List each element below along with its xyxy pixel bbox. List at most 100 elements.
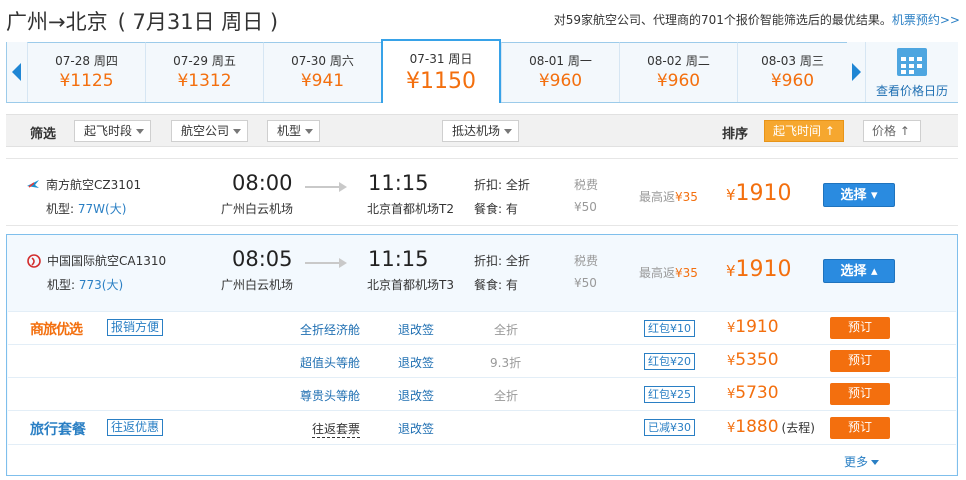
airline-name: 中国国际航空CA1310: [47, 254, 167, 268]
departure-time: 08:00: [232, 171, 293, 195]
filter-label: 筛选: [30, 127, 57, 142]
aircraft-model-link[interactable]: 773(大): [79, 278, 123, 292]
filter-airline[interactable]: 航空公司: [171, 120, 249, 142]
next-dates-button[interactable]: [847, 42, 867, 102]
filter-arrival-airport[interactable]: 抵达机场: [442, 120, 520, 142]
max-rebate: 最高返¥35: [639, 188, 698, 205]
price-value: 1910: [735, 257, 792, 282]
tax-label: 税费: [574, 254, 599, 268]
date-label: 07-31 周日: [409, 52, 473, 66]
brand-travel-package: 旅行套餐: [30, 422, 86, 438]
route-title: 广州→北京 ( 7月31日 周日 ): [6, 6, 278, 36]
date-cell[interactable]: 07-30 周六 ¥941: [263, 42, 381, 102]
more-label: 更多: [844, 455, 869, 469]
rebate-label: 最高返: [639, 190, 676, 204]
arrival-time: 11:15: [368, 247, 429, 271]
red-packet-tag: 红包¥10: [644, 320, 695, 337]
max-rebate: 最高返¥35: [639, 264, 698, 281]
prev-dates-button[interactable]: [7, 42, 27, 102]
tax-value: ¥50: [574, 200, 597, 214]
date-price: ¥960: [770, 71, 815, 91]
aircraft-type: 机型: 77W(大): [46, 200, 126, 217]
refund-change-link[interactable]: 退改签: [398, 321, 434, 338]
filter-departure-time[interactable]: 起飞时段: [74, 120, 152, 142]
select-flight-button[interactable]: 选择 ▴: [823, 259, 895, 283]
arrow-right-icon: [852, 63, 861, 81]
price-value: 5730: [735, 383, 779, 403]
date-label: 08-03 周三: [761, 54, 824, 68]
tax-label: 税费: [574, 178, 599, 192]
date-price: ¥1150: [406, 69, 476, 94]
currency-symbol: ¥: [726, 186, 736, 204]
offer-discount: 全折: [494, 323, 519, 337]
arrow-left-icon: [12, 63, 21, 81]
refund-change-link[interactable]: 退改签: [398, 420, 434, 437]
date-cell[interactable]: 08-03 周三 ¥960: [737, 42, 847, 102]
booking-reminder-link[interactable]: 机票预约>>: [892, 13, 960, 27]
air-china-logo-icon: [27, 254, 41, 268]
airline-name: 南方航空CZ3101: [46, 178, 142, 192]
price-value: 5350: [735, 350, 779, 370]
book-button[interactable]: 预订: [830, 350, 890, 372]
flight-price: ¥1910: [726, 257, 792, 282]
date-cell[interactable]: 07-29 周五 ¥1312: [145, 42, 263, 102]
price-calendar-label: 查看价格日历: [875, 84, 948, 98]
sort-price-button[interactable]: 价格 ↑: [863, 120, 921, 142]
date-cell[interactable]: 08-01 周一 ¥960: [501, 42, 619, 102]
filter-aircraft[interactable]: 机型: [267, 120, 321, 142]
cabin-class-link[interactable]: 全折经济舱: [300, 321, 360, 338]
cabin-class-link[interactable]: 超值头等舱: [300, 354, 360, 371]
rebate-value: ¥35: [675, 266, 698, 280]
price-note: (去程): [781, 421, 815, 435]
book-button[interactable]: 预订: [830, 383, 890, 405]
route-cities: 广州→北京: [6, 10, 108, 34]
currency-symbol: ¥: [726, 262, 736, 280]
china-southern-logo-icon: [27, 180, 39, 188]
date-price: ¥960: [656, 71, 701, 91]
brand-tag[interactable]: 往返优惠: [107, 419, 164, 436]
meal-info: 餐食: 有: [474, 278, 518, 292]
arrival-time: 11:15: [368, 171, 429, 195]
select-flight-button[interactable]: 选择 ▾: [823, 183, 895, 207]
departure-time: 08:05: [232, 247, 293, 271]
offer-row: 商旅优选 报销方便 全折经济舱 退改签 全折 红包¥10 ¥1910 预订: [8, 311, 956, 344]
filter-bar: 筛选 起飞时段 航空公司 机型 抵达机场 排序 起飞时间 ↑ 价格 ↑: [6, 114, 958, 147]
brand-tag[interactable]: 报销方便: [107, 319, 164, 336]
refund-change-link[interactable]: 退改签: [398, 354, 434, 371]
aircraft-model-link[interactable]: 77W(大): [78, 202, 127, 216]
date-price-bar: 07-28 周四 ¥1125 07-29 周五 ¥1312 07-30 周六 ¥941…: [6, 39, 958, 103]
offer-row: 尊贵头等舱 退改签 全折 红包¥25 ¥5730 预订: [8, 377, 956, 410]
date-label: 08-01 周一: [529, 54, 592, 68]
offer-price: ¥5350: [727, 350, 779, 370]
flight-price: ¥1910: [726, 181, 792, 206]
price-calendar-button[interactable]: 查看价格日历: [865, 42, 958, 102]
arrival-airport: 北京首都机场T2: [367, 202, 454, 216]
tax-value: ¥50: [574, 276, 597, 290]
aircraft-label: 机型:: [46, 202, 75, 216]
book-button[interactable]: 预订: [830, 317, 890, 339]
refund-change-link[interactable]: 退改签: [398, 387, 434, 404]
search-summary: 对59家航空公司、代理商的701个报价智能筛选后的最优结果。机票预约>>: [554, 11, 960, 28]
date-cell[interactable]: 07-28 周四 ¥1125: [27, 42, 145, 102]
rebate-value: ¥35: [675, 190, 698, 204]
price-value: 1880: [735, 417, 779, 437]
sort-departure-time-button[interactable]: 起飞时间 ↑: [764, 120, 844, 142]
flight-arrow-icon: [305, 182, 347, 192]
date-price: ¥941: [300, 71, 345, 91]
cabin-class-link[interactable]: 尊贵头等舱: [300, 387, 360, 404]
round-trip-package-link[interactable]: 往返套票: [312, 420, 361, 438]
brand-business-select: 商旅优选: [30, 322, 83, 338]
flight-arrow-icon: [305, 258, 347, 268]
book-button[interactable]: 预订: [830, 417, 890, 439]
date-cell-selected[interactable]: 07-31 周日 ¥1150: [381, 39, 501, 103]
more-row: 更多: [8, 444, 956, 475]
calendar-icon: [897, 48, 927, 76]
discount-info: 折扣: 全折: [474, 254, 530, 268]
discount-info: 折扣: 全折: [474, 178, 530, 192]
date-cell[interactable]: 08-02 周二 ¥960: [619, 42, 737, 102]
meal-info: 餐食: 有: [474, 202, 518, 216]
offer-price: ¥5730: [727, 383, 779, 403]
arrival-airport: 北京首都机场T3: [367, 278, 454, 292]
offer-discount: 9.3折: [490, 356, 522, 370]
more-options-link[interactable]: 更多: [844, 453, 880, 470]
